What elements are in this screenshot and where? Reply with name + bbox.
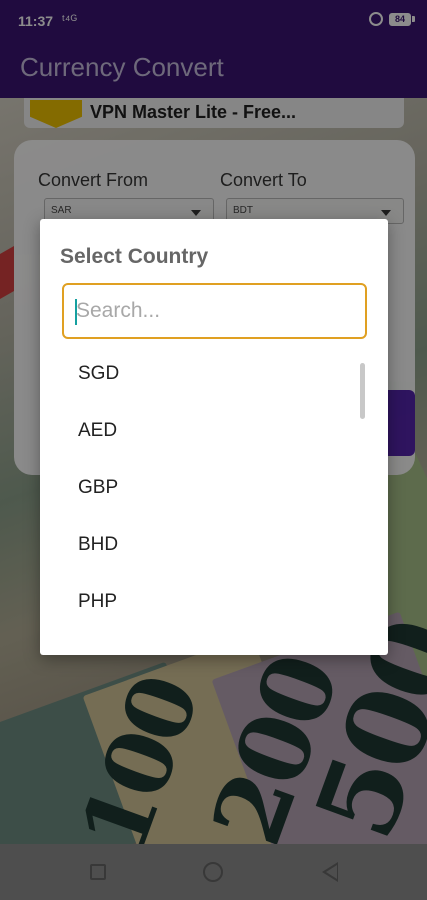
text-cursor xyxy=(75,299,77,325)
search-box[interactable] xyxy=(62,283,367,339)
country-item-sgd[interactable]: SGD xyxy=(40,345,388,402)
search-input[interactable] xyxy=(74,293,359,329)
country-item-gbp[interactable]: GBP xyxy=(40,459,388,516)
list-scrollbar[interactable] xyxy=(360,363,365,419)
country-item-aed[interactable]: AED xyxy=(40,402,388,459)
country-list: SGD AED GBP BHD PHP xyxy=(40,345,388,630)
dialog-title: Select Country xyxy=(60,245,209,268)
country-item-bhd[interactable]: BHD xyxy=(40,516,388,573)
select-country-dialog: Select Country SGD AED GBP BHD PHP xyxy=(40,219,388,655)
country-item-php[interactable]: PHP xyxy=(40,573,388,630)
